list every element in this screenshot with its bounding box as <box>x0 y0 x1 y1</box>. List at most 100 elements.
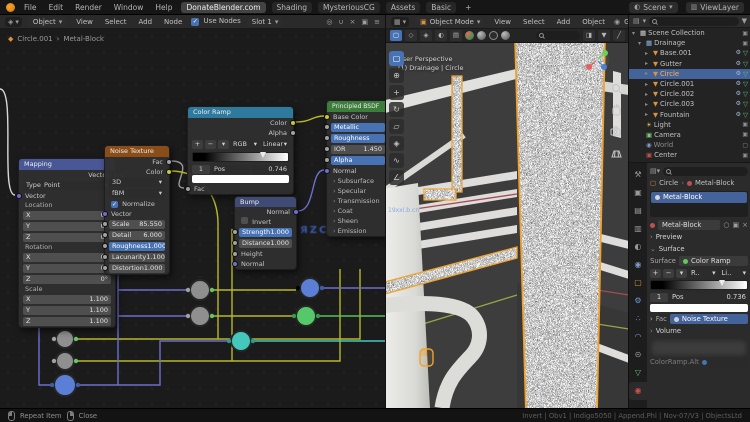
select-box-tool[interactable]: ▢ <box>389 51 404 66</box>
section-preview[interactable]: › Preview <box>650 231 748 243</box>
tab-constraints[interactable]: ⊝ <box>629 346 647 364</box>
menu-object[interactable]: Object <box>579 18 608 26</box>
search-input[interactable] <box>536 31 580 40</box>
tab-world[interactable]: ◉ <box>629 256 647 274</box>
location-x-field[interactable]: X0° <box>19 210 115 221</box>
checkbox-icon[interactable]: ▣ <box>742 121 748 128</box>
input-socket[interactable] <box>102 265 108 271</box>
view-layer-selector[interactable]: ▥ ViewLayer <box>685 1 744 13</box>
input-socket[interactable] <box>102 243 108 249</box>
workspace-tab-basic[interactable]: Basic <box>426 1 457 13</box>
shading-rendered-icon[interactable] <box>501 31 510 40</box>
cursor-tool[interactable]: ⊕ <box>389 68 404 83</box>
options-icon[interactable]: ≡ <box>374 18 380 26</box>
mode-dropdown[interactable]: ▣ Object Mode ▾ <box>415 16 486 27</box>
stop-index-field[interactable]: 1 <box>650 292 668 302</box>
shader-node-editor[interactable]: ◆ Circle.001 › Metal-Block ЯZC0d Mapping… <box>0 29 385 408</box>
scale-y-field[interactable]: Y 1.100 <box>19 305 115 316</box>
footer-field[interactable] <box>709 357 748 367</box>
workspace-tab-assets[interactable]: Assets <box>385 1 421 13</box>
outliner-row-base001[interactable]: ▸ ▼ Base.001 ⚙ ▽ <box>629 48 750 58</box>
slot-dropdown[interactable]: Slot 1 ▾ <box>246 16 284 27</box>
outliner-row-fountain[interactable]: ▸ ▼ Fountain ⚙ ▽ <box>629 110 750 120</box>
node-header[interactable]: Noise Texture <box>105 146 169 157</box>
fac-output-socket[interactable] <box>166 159 172 165</box>
tab-particles[interactable]: ∴ <box>629 310 647 328</box>
roughness-slider[interactable]: Roughness <box>324 133 385 144</box>
detail-slider[interactable]: Detail 6.000 <box>102 230 169 241</box>
tab-object-data[interactable]: ▽ <box>629 364 647 382</box>
viewport-3d[interactable]: ▦ ▾ ▣ Object Mode ▾ View Select Add Obje… <box>385 15 629 408</box>
use-nodes-toggle[interactable]: ✓ Use Nodes <box>191 17 241 26</box>
vector-input-socket[interactable] <box>16 193 22 199</box>
header-icon[interactable]: ◐ <box>435 30 447 41</box>
ramp-options-button[interactable]: ▾ <box>218 140 229 149</box>
menu-add[interactable]: Add <box>554 18 574 26</box>
workspace-tab-donateblender[interactable]: DonateBlender.com <box>181 1 266 13</box>
section-subsurface[interactable]: › Subsurface <box>327 176 385 186</box>
color-mode-dropdown[interactable]: R.. ▾ <box>689 268 718 278</box>
outliner-row-circle002[interactable]: ▸ ▼ Circle.002 ⚙ ▽ <box>629 89 750 99</box>
outliner-row-circle001[interactable]: ▸ ▼ Circle.001 ⚙ ▽ <box>629 79 750 89</box>
stop-color-swatch[interactable] <box>192 175 289 183</box>
invert-toggle[interactable]: Invert <box>235 217 296 227</box>
tab-scene[interactable]: ◐ <box>629 238 647 256</box>
shading-wireframe-icon[interactable] <box>489 31 498 40</box>
node-header[interactable]: Bump <box>235 197 296 207</box>
properties-search-input[interactable] <box>663 166 748 176</box>
input-socket[interactable] <box>102 221 108 227</box>
type-dropdown-row[interactable]: TypePoint▾ <box>19 180 115 191</box>
expand-icon[interactable]: ▸ <box>645 50 651 57</box>
input-socket[interactable] <box>324 124 330 130</box>
expand-icon[interactable]: ▾ <box>638 40 644 47</box>
scene-selector[interactable]: ◐ Scene ▾ <box>629 1 678 13</box>
menu-select[interactable]: Select <box>520 18 548 26</box>
tab-modifiers[interactable]: ⚙ <box>629 292 647 310</box>
outliner-search-input[interactable] <box>649 16 739 26</box>
hidden-node[interactable] <box>291 305 321 327</box>
expand-icon[interactable]: ▸ <box>645 101 651 108</box>
ramp-handle[interactable] <box>260 152 267 158</box>
menu-window[interactable]: Window <box>111 3 147 12</box>
filter-funnel-icon[interactable]: ▼ <box>742 17 747 25</box>
fac-input-field[interactable]: Noise Texture <box>669 314 748 324</box>
tab-physics[interactable]: ◠ <box>629 328 647 346</box>
annotate-tool[interactable]: ∿ <box>389 153 404 168</box>
fake-user-icon[interactable]: ○ <box>723 221 729 229</box>
noise-type-dropdown[interactable]: fBM ▾ <box>105 188 169 199</box>
measure-tool[interactable]: ∠ <box>389 170 404 185</box>
section-coat[interactable]: › Coat <box>327 206 385 216</box>
color-mode-dropdown[interactable]: RGB ▾ <box>231 140 259 149</box>
ramp-options-button[interactable]: ▾ <box>676 268 687 278</box>
hidden-node[interactable] <box>51 329 79 349</box>
stop-color-swatch[interactable] <box>650 304 748 312</box>
remove-stop-button[interactable]: − <box>663 268 674 278</box>
checkbox-icon[interactable]: ▣ <box>742 152 748 159</box>
menu-node[interactable]: Node <box>161 18 185 26</box>
expand-icon[interactable]: ▸ <box>645 70 651 77</box>
header-icon[interactable]: ◈ <box>420 30 432 41</box>
input-socket[interactable] <box>232 240 238 246</box>
input-socket[interactable] <box>232 229 238 235</box>
checkbox-icon[interactable]: ▣ <box>742 40 748 47</box>
outliner-row-drainage[interactable]: ▾ ▦ Drainage ▣ <box>629 38 750 48</box>
color-output-socket[interactable] <box>166 169 172 175</box>
select-mode-icon[interactable]: ▢ <box>390 30 402 41</box>
color-ramp-gradient[interactable] <box>192 152 289 162</box>
rotation-z-field[interactable]: Z 0° <box>19 274 115 285</box>
dimensions-dropdown[interactable]: 3D ▾ <box>105 177 169 188</box>
outliner-row-gutter[interactable]: ▸ ▼ Gutter ⚙ ▽ <box>629 59 750 69</box>
fac-input-socket[interactable] <box>185 186 191 192</box>
expand-icon[interactable]: ▸ <box>645 111 651 118</box>
outliner-row-camera[interactable]: ▣ Camera ▣ <box>629 130 750 140</box>
section-sheen[interactable]: › Sheen <box>327 216 385 226</box>
overlay-toggle-icon[interactable]: ▣ <box>362 18 369 26</box>
rotate-tool[interactable]: ↻ <box>389 102 404 117</box>
menu-view[interactable]: View <box>73 18 96 26</box>
normal-input-socket[interactable] <box>324 168 330 174</box>
menu-edit[interactable]: Edit <box>46 3 67 12</box>
blender-logo-icon[interactable] <box>6 2 15 12</box>
material-slot-active[interactable]: Metal-Block <box>651 192 747 203</box>
node-color-ramp[interactable]: Color Ramp Color Alpha + − ▾ RGB ▾ Linear… <box>185 106 296 195</box>
stop-index-field[interactable]: 1 <box>192 165 210 174</box>
